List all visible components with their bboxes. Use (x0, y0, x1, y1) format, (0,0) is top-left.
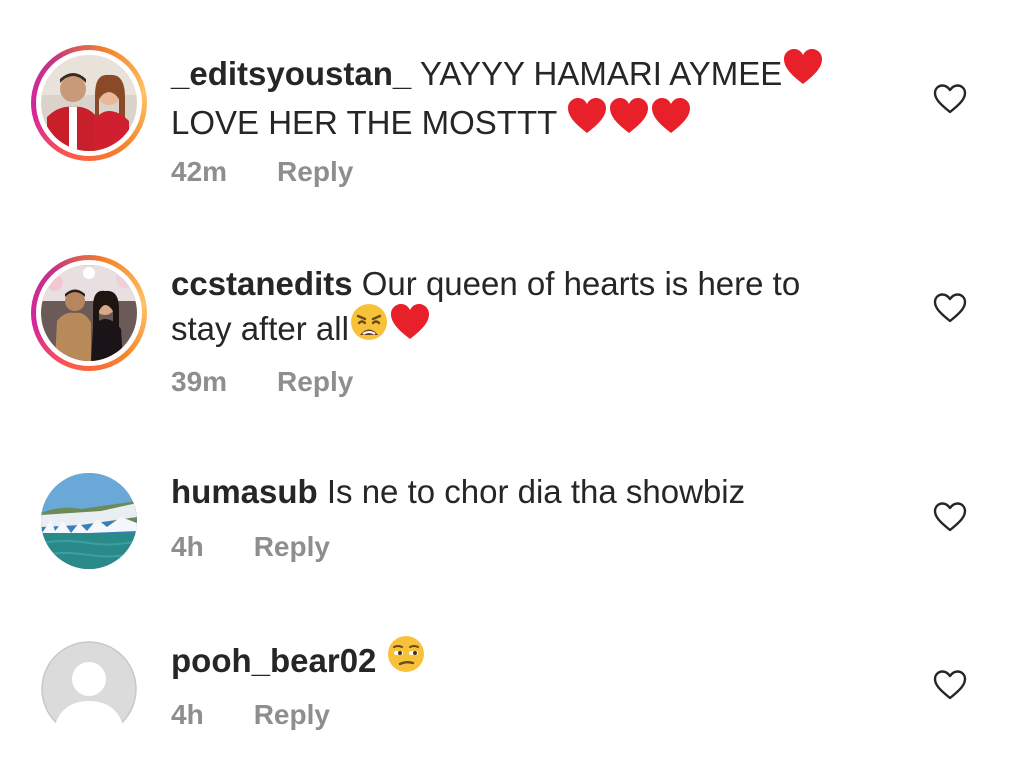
like-heart-icon[interactable] (933, 501, 967, 533)
comment-text-line2: LOVE HER THE MOSTTT (171, 104, 566, 142)
comment-username[interactable]: _editsyoustan_ (171, 55, 411, 92)
reply-button[interactable]: Reply (254, 699, 330, 730)
story-ring[interactable] (31, 255, 147, 371)
comment-text-line2: stay after all (171, 310, 349, 348)
avatar[interactable] (41, 55, 137, 151)
comment-username[interactable]: ccstanedits (171, 265, 353, 302)
comment-text: Is ne to chor dia tha showbiz (317, 473, 746, 510)
default-avatar[interactable] (41, 641, 137, 737)
red-heart-emoji (566, 97, 608, 146)
unamused-face-emoji (386, 634, 426, 685)
weary-face-emoji (349, 302, 389, 353)
comment-username[interactable]: humasub (171, 473, 318, 510)
comment-text (376, 642, 385, 679)
comment-timestamp: 39m (171, 366, 228, 397)
red-heart-emoji (389, 303, 431, 352)
avatar[interactable] (41, 473, 137, 569)
comment-timestamp: 4h (171, 531, 204, 562)
comment-timestamp: 42m (171, 156, 228, 187)
reply-button[interactable]: Reply (277, 366, 353, 397)
reply-button[interactable]: Reply (254, 531, 330, 562)
comment-text: Our queen of hearts is here to (352, 265, 801, 302)
comment-timestamp: 4h (171, 699, 204, 730)
reply-button[interactable]: Reply (277, 156, 353, 187)
red-heart-emoji (782, 48, 824, 97)
story-ring[interactable] (31, 45, 147, 161)
red-heart-emoji (650, 97, 692, 146)
comment-text: YAYYY HAMARI AYMEE (411, 55, 783, 93)
like-heart-icon[interactable] (933, 83, 967, 115)
red-heart-emoji (608, 97, 650, 146)
like-heart-icon[interactable] (933, 669, 967, 701)
comment-username[interactable]: pooh_bear02 (171, 642, 376, 679)
avatar[interactable] (41, 265, 137, 361)
like-heart-icon[interactable] (933, 292, 967, 324)
